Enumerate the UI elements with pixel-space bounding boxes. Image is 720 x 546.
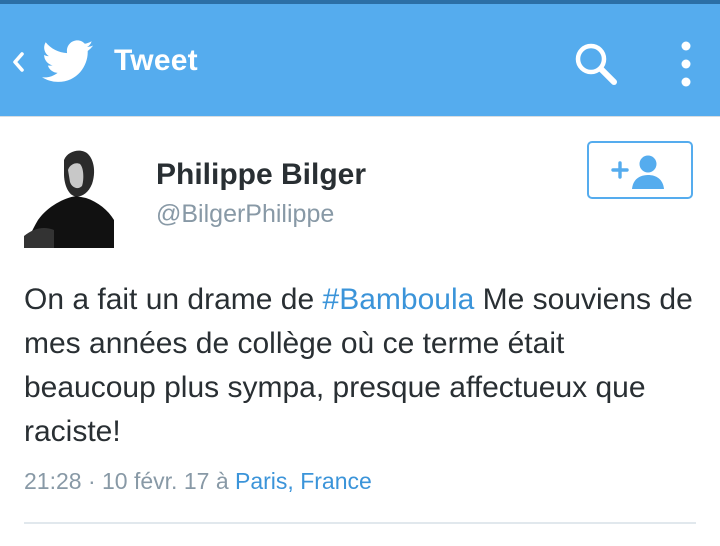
tweet-text-start: On a fait un drame de bbox=[24, 283, 323, 316]
back-chevron-icon[interactable] bbox=[8, 44, 28, 80]
add-user-icon bbox=[611, 155, 664, 189]
app-bar: Tweet bbox=[0, 4, 720, 116]
tweet-date: 10 févr. 17 bbox=[102, 468, 210, 494]
author-display-name[interactable]: Philippe Bilger bbox=[156, 158, 366, 192]
location-link[interactable]: Paris, France bbox=[235, 468, 372, 494]
tweet-time: 21:28 bbox=[24, 468, 82, 494]
more-vertical-icon[interactable] bbox=[672, 36, 700, 92]
author-screen-name[interactable]: @BilgerPhilippe bbox=[156, 200, 334, 229]
location-prefix: à bbox=[209, 468, 236, 494]
follow-button[interactable] bbox=[587, 141, 693, 199]
avatar[interactable] bbox=[24, 140, 114, 248]
appbar-divider bbox=[0, 116, 720, 117]
tweet-divider bbox=[24, 522, 696, 524]
page-title: Tweet bbox=[114, 44, 198, 77]
tweet-metadata: 21:28 · 10 févr. 17 à Paris, France bbox=[24, 468, 372, 495]
tweet-text: On a fait un drame de #Bamboula Me souvi… bbox=[24, 278, 696, 454]
hashtag-link[interactable]: #Bamboula bbox=[323, 283, 475, 316]
twitter-bird-icon[interactable] bbox=[42, 40, 94, 84]
search-icon[interactable] bbox=[572, 40, 620, 88]
meta-separator: · bbox=[81, 468, 103, 494]
